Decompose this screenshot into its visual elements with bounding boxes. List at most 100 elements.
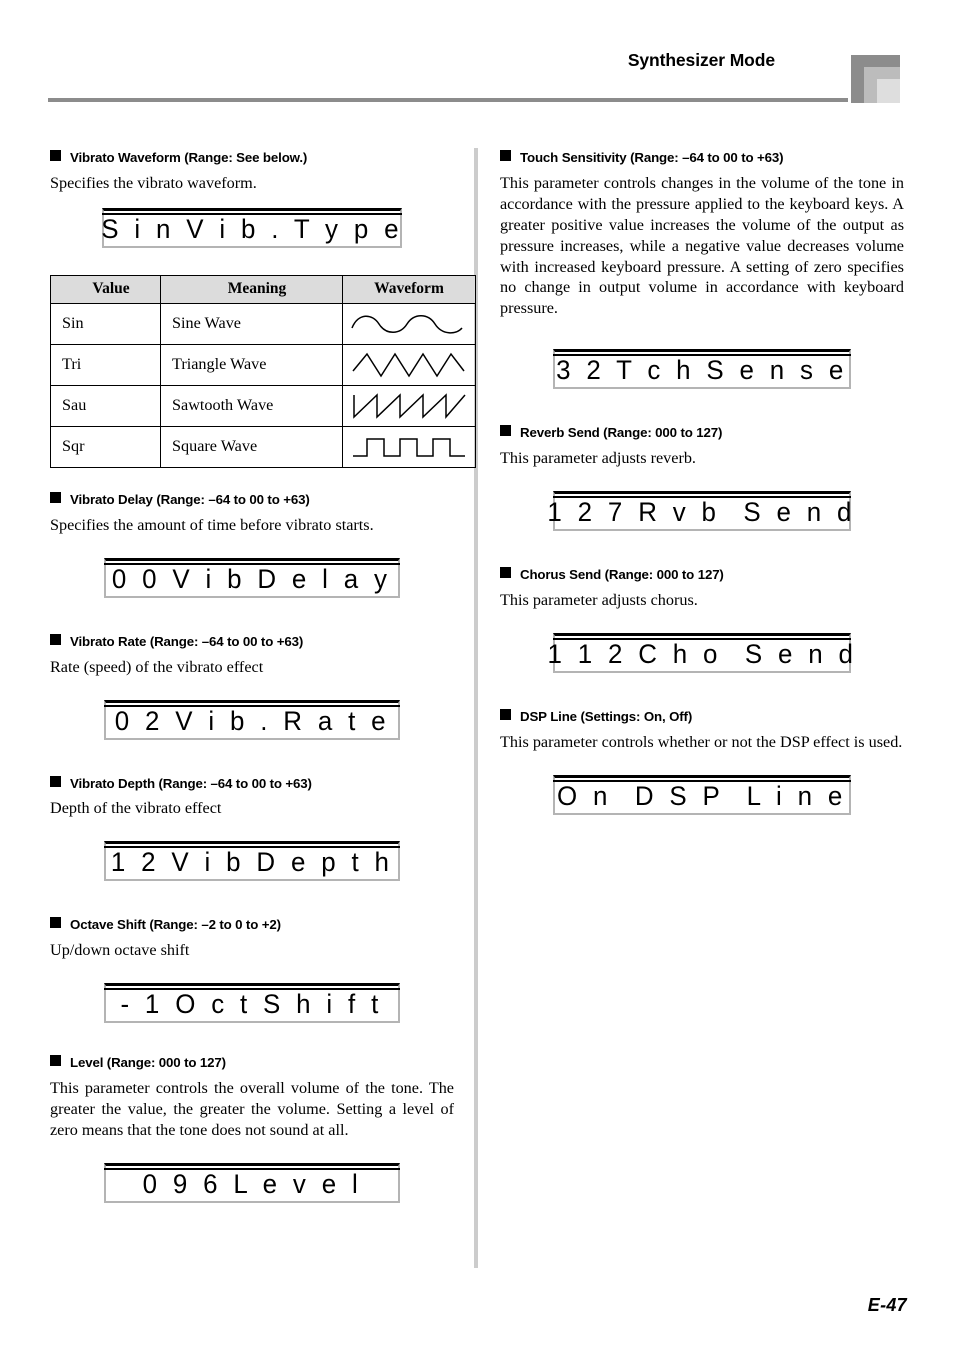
section-body: Up/down octave shift	[50, 941, 190, 960]
section-heading-label: Touch Sensitivity (Range: –64 to 00 to +…	[520, 150, 784, 165]
lcd-display-reverb-send: 1 2 7 R v b S e n d	[548, 491, 852, 532]
section-body: Rate (speed) of the vibrato effect	[50, 657, 264, 676]
lcd-display-wrap: 0 9 6 L e v e l	[50, 1162, 454, 1203]
section-vibrato-waveform: Vibrato Waveform (Range: See below.) Spe…	[50, 150, 454, 248]
lcd-display-wrap: 1 2 7 R v b S e n d	[500, 491, 904, 532]
triangle-wave-icon	[352, 352, 465, 378]
section-reverb-send: Reverb Send (Range: 000 to 127) This par…	[500, 425, 904, 532]
cell-meaning: Square Wave	[160, 425, 343, 468]
lcd-display-wrap: 3 2 T c h S e n s e	[500, 349, 904, 390]
lcd-display-vibrato-rate: 0 2 V i b . R a t e	[104, 699, 400, 740]
cell-meaning: Triangle Wave	[160, 343, 343, 386]
lcd-display-wrap: O n D S P L i n e	[500, 774, 904, 815]
lcd-display-text: 0 2 V i b . R a t e	[114, 705, 390, 736]
header-rule	[48, 98, 848, 102]
section-heading: Reverb Send (Range: 000 to 127)	[500, 425, 904, 441]
right-column: Touch Sensitivity (Range: –64 to 00 to +…	[500, 150, 904, 815]
bullet-square-icon	[50, 1055, 61, 1067]
column-header-waveform: Waveform	[342, 274, 476, 304]
lcd-display-text: 1 2 7 R v b S e n d	[547, 497, 857, 528]
page-title: Synthesizer Mode	[627, 50, 775, 70]
lcd-display-wrap: 0 0 V i b D e l a y	[50, 557, 454, 598]
table-row: Sqr Square Wave	[50, 425, 476, 468]
lcd-display-text: 1 1 2 C h o S e n d	[547, 638, 857, 669]
square-wave-icon	[353, 438, 465, 457]
section-heading: Level (Range: 000 to 127)	[50, 1055, 454, 1071]
header-corner-decoration	[851, 55, 900, 103]
cell-value: Sau	[50, 384, 161, 427]
lcd-display-chorus-send: 1 1 2 C h o S e n d	[547, 632, 853, 673]
left-column: Vibrato Waveform (Range: See below.) Spe…	[50, 150, 476, 1203]
bullet-square-icon	[50, 775, 61, 787]
bullet-square-icon	[500, 150, 511, 161]
lcd-display-text: 0 0 V i b D e l a y	[112, 563, 392, 594]
cell-waveform	[342, 302, 476, 345]
lcd-display-vibrato-waveform: S i n V i b . T y p e	[101, 207, 402, 248]
column-header-value: Value	[50, 274, 161, 304]
bullet-square-icon	[50, 150, 61, 161]
sawtooth-wave-icon	[353, 393, 466, 419]
section-heading-label: Vibrato Waveform (Range: See below.)	[70, 150, 308, 165]
lcd-display-level: 0 9 6 L e v e l	[104, 1162, 400, 1203]
section-heading-label: DSP Line (Settings: On, Off)	[520, 708, 693, 724]
bullet-square-icon	[50, 917, 61, 929]
section-body: This parameter controls whether or not t…	[500, 732, 903, 751]
section-heading-label: Chorus Send (Range: 000 to 127)	[520, 567, 724, 583]
lcd-display-text: 0 9 6 L e v e l	[142, 1168, 362, 1199]
bullet-square-icon	[500, 567, 511, 579]
section-heading: Chorus Send (Range: 000 to 127)	[500, 567, 904, 583]
section-heading: Octave Shift (Range: –2 to 0 to +2)	[50, 917, 454, 933]
section-body: This parameter controls changes in the v…	[500, 173, 904, 318]
table-row: Sau Sawtooth Wave	[50, 384, 476, 427]
section-body: This parameter adjusts chorus.	[500, 590, 698, 609]
section-heading: Vibrato Depth (Range: –64 to 00 to +63)	[50, 775, 454, 792]
section-dsp-line: DSP Line (Settings: On, Off) This parame…	[500, 708, 904, 815]
cell-value: Sqr	[50, 425, 161, 468]
section-heading-label: Vibrato Delay (Range: –64 to 00 to +63)	[70, 491, 310, 507]
lcd-display-vibrato-depth: 1 2 V i b D e p t h	[104, 841, 400, 882]
sine-wave-icon	[351, 314, 463, 334]
section-heading: DSP Line (Settings: On, Off)	[500, 708, 904, 725]
section-level: Level (Range: 000 to 127) This parameter…	[50, 1055, 454, 1203]
lcd-display-text: 3 2 T c h S e n s e	[556, 355, 848, 386]
cell-waveform	[342, 425, 476, 468]
section-body: Depth of the vibrato effect	[50, 799, 222, 818]
lcd-display-dsp-line: O n D S P L i n e	[553, 774, 851, 815]
lcd-display-text: O n D S P L i n e	[557, 780, 847, 811]
section-body: Specifies the amount of time before vibr…	[50, 515, 374, 534]
section-body: This parameter controls the overall volu…	[50, 1079, 454, 1139]
lcd-display-octave-shift: - 1 O c t S h i f t	[104, 983, 400, 1024]
lcd-display-wrap: 0 2 V i b . R a t e	[50, 699, 454, 740]
bullet-square-icon	[500, 708, 511, 720]
section-heading-label: Octave Shift (Range: –2 to 0 to +2)	[70, 917, 281, 933]
table-row: Sin Sine Wave	[50, 302, 476, 345]
cell-value: Sin	[50, 302, 161, 345]
table-row: Tri Triangle Wave	[50, 343, 476, 386]
waveform-table: Value Meaning Waveform Sin Sine Wave Tri…	[50, 274, 476, 468]
section-heading: Vibrato Delay (Range: –64 to 00 to +63)	[50, 491, 454, 508]
section-chorus-send: Chorus Send (Range: 000 to 127) This par…	[500, 567, 904, 673]
lcd-display-wrap: 1 2 V i b D e p t h	[50, 841, 454, 882]
cell-meaning: Sine Wave	[160, 302, 343, 345]
section-octave-shift: Octave Shift (Range: –2 to 0 to +2) Up/d…	[50, 917, 454, 1024]
section-heading: Touch Sensitivity (Range: –64 to 00 to +…	[500, 150, 904, 166]
cell-meaning: Sawtooth Wave	[160, 384, 343, 427]
lcd-display-vibrato-delay: 0 0 V i b D e l a y	[104, 557, 400, 598]
column-header-meaning: Meaning	[160, 274, 343, 304]
section-touch-sensitivity: Touch Sensitivity (Range: –64 to 00 to +…	[500, 150, 904, 390]
lcd-display-text: S i n V i b . T y p e	[101, 213, 403, 244]
lcd-display-wrap: 1 1 2 C h o S e n d	[500, 632, 904, 673]
bullet-square-icon	[500, 425, 511, 437]
section-heading-label: Reverb Send (Range: 000 to 127)	[520, 425, 723, 441]
lcd-display-wrap: - 1 O c t S h i f t	[50, 983, 454, 1024]
table-header-row: Value Meaning Waveform	[50, 274, 476, 304]
bullet-square-icon	[50, 491, 61, 503]
lcd-display-wrap: S i n V i b . T y p e	[50, 207, 454, 248]
cell-waveform	[342, 384, 476, 427]
section-vibrato-depth: Vibrato Depth (Range: –64 to 00 to +63) …	[50, 775, 454, 882]
section-body: Specifies the vibrato waveform.	[50, 173, 257, 192]
cell-waveform	[342, 343, 476, 386]
section-heading-label: Vibrato Rate (Range: –64 to 00 to +63)	[70, 633, 304, 649]
section-vibrato-delay: Vibrato Delay (Range: –64 to 00 to +63) …	[50, 491, 454, 598]
section-heading: Vibrato Waveform (Range: See below.)	[50, 150, 454, 166]
